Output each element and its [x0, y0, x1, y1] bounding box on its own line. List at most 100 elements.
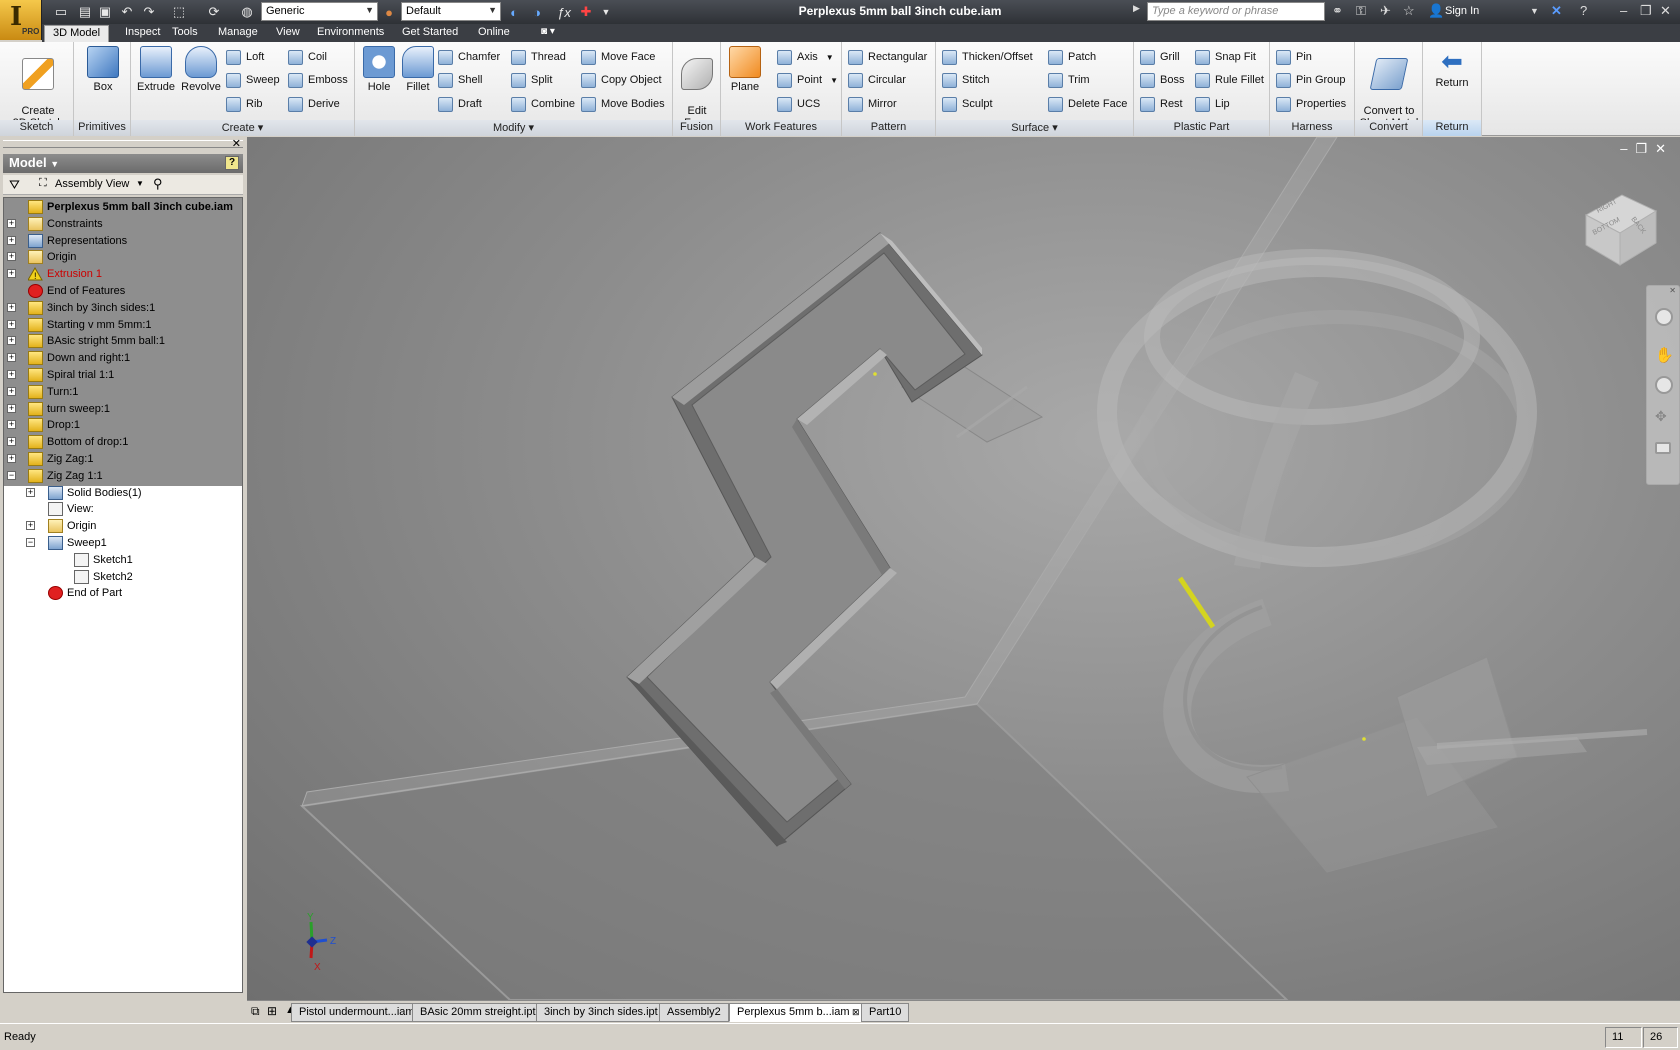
- expand-icon[interactable]: +: [7, 353, 16, 363]
- circular-button[interactable]: Circular: [848, 71, 906, 89]
- application-menu-button[interactable]: I PRO: [0, 0, 42, 40]
- tree-node[interactable]: + turn sweep:1: [7, 400, 110, 418]
- expand-icon[interactable]: +: [26, 521, 35, 531]
- expand-icon[interactable]: +: [26, 487, 35, 497]
- key-icon[interactable]: ⚿: [1356, 3, 1366, 19]
- binoculars-icon[interactable]: ⚭: [1332, 3, 1343, 19]
- axis-button[interactable]: Axis ▼: [777, 48, 834, 66]
- emboss-button[interactable]: Emboss: [288, 71, 348, 89]
- document-tab[interactable]: Assembly2: [659, 1003, 729, 1022]
- thicken-offset-button[interactable]: Thicken/Offset: [942, 48, 1033, 66]
- update-icon[interactable]: ⟳: [205, 3, 223, 21]
- subscription-icon[interactable]: ✈: [1380, 3, 1391, 19]
- chamfer-button[interactable]: Chamfer: [438, 48, 500, 66]
- tree-node[interactable]: Sketch2: [60, 568, 133, 586]
- tree-node[interactable]: + Spiral trial 1:1: [7, 366, 114, 384]
- zoom-icon[interactable]: [1655, 376, 1673, 394]
- rectangular-button[interactable]: Rectangular: [848, 48, 927, 66]
- document-tab[interactable]: Perplexus 5mm b...iam ⊠: [729, 1003, 868, 1022]
- tab-3d-model[interactable]: 3D Model: [44, 25, 110, 42]
- patch-button[interactable]: Patch: [1048, 48, 1096, 66]
- copy-object-button[interactable]: Copy Object: [581, 71, 662, 89]
- box-button[interactable]: Box: [84, 46, 122, 93]
- move-face-button[interactable]: Move Face: [581, 48, 655, 66]
- save-icon[interactable]: ▣: [96, 3, 114, 21]
- mirror-button[interactable]: Mirror: [848, 95, 897, 113]
- split-button[interactable]: Split: [511, 71, 552, 89]
- collapse-icon[interactable]: −: [7, 470, 16, 480]
- pan-icon[interactable]: ✋: [1655, 346, 1674, 364]
- move-bodies-button[interactable]: Move Bodies: [581, 95, 665, 113]
- tab-manage[interactable]: Manage: [210, 25, 266, 42]
- return-button[interactable]: ⬅ Return: [1427, 46, 1477, 89]
- grill-button[interactable]: Grill: [1140, 48, 1180, 66]
- expand-icon[interactable]: +: [7, 386, 16, 396]
- close-icon[interactable]: ✕: [232, 137, 241, 150]
- browser-grip[interactable]: [3, 140, 243, 148]
- rule-fillet-button[interactable]: Rule Fillet: [1195, 71, 1264, 89]
- document-tab[interactable]: Pistol undermount...iam: [291, 1003, 423, 1022]
- hole-button[interactable]: Hole: [361, 46, 397, 93]
- tree-node[interactable]: +3inch by 3inch sides:1: [7, 299, 155, 317]
- expand-icon[interactable]: +: [7, 454, 16, 463]
- tree-node[interactable]: + Starting v mm 5mm:1: [7, 316, 152, 334]
- minimize-icon[interactable]: –: [1620, 3, 1627, 18]
- view-mode-select[interactable]: Assembly View: [55, 178, 129, 190]
- sign-in-link[interactable]: Sign In: [1445, 5, 1479, 17]
- tree-node[interactable]: + Down and right:1: [7, 349, 130, 367]
- tree-node[interactable]: End of Features: [14, 282, 125, 300]
- close-icon[interactable]: ✕: [1669, 286, 1676, 295]
- steering-wheel-icon[interactable]: [1655, 308, 1673, 326]
- new-icon[interactable]: ▭: [52, 3, 70, 21]
- create-2d-sketch-button[interactable]: Create 2D Sketch: [6, 46, 70, 129]
- help-icon[interactable]: ?: [225, 156, 239, 170]
- tree-node[interactable]: − Sweep1: [26, 534, 107, 552]
- tree-node[interactable]: + Constraints: [7, 215, 103, 233]
- tree-node[interactable]: + Solid Bodies(1): [26, 484, 142, 502]
- orbit-icon[interactable]: ✥: [1655, 408, 1673, 426]
- find-icon[interactable]: ⚲: [153, 176, 163, 192]
- fillet-button[interactable]: Fillet: [399, 46, 437, 93]
- expand-icon[interactable]: +: [7, 269, 16, 279]
- plane-button[interactable]: Plane: [725, 46, 765, 93]
- search-input[interactable]: Type a keyword or phrase: [1147, 2, 1325, 21]
- fx-icon[interactable]: ƒx: [553, 3, 575, 21]
- chevron-down-icon[interactable]: ▼: [136, 179, 144, 188]
- tree-node[interactable]: + BAsic stright 5mm ball:1: [7, 332, 165, 350]
- pin-group-button[interactable]: Pin Group: [1276, 71, 1346, 89]
- ucs-button[interactable]: UCS: [777, 95, 820, 113]
- close-icon[interactable]: ✕: [1660, 3, 1671, 19]
- camera-icon[interactable]: ◙ ▾: [533, 25, 563, 42]
- help-icon[interactable]: ?: [1580, 3, 1587, 18]
- tree-node[interactable]: Perplexus 5mm ball 3inch cube.iam: [14, 198, 233, 216]
- loft-button[interactable]: Loft: [226, 48, 264, 66]
- appearance-select[interactable]: Default ▼: [401, 2, 501, 21]
- browser-header[interactable]: Model ▼ ?: [3, 154, 243, 173]
- exchange-icon[interactable]: ✕: [1551, 3, 1562, 19]
- tab-get-started[interactable]: Get Started: [394, 25, 466, 42]
- graphics-viewport[interactable]: –❐✕ RIGHT BACK BOTTOM ✕ ✋ ✥ Y Z X: [247, 137, 1680, 1000]
- tree-node[interactable]: View:: [34, 500, 94, 518]
- look-at-icon[interactable]: [1655, 442, 1671, 454]
- chevron-down-icon[interactable]: ▼: [1530, 6, 1539, 16]
- panel-label-create[interactable]: Create ▾: [131, 120, 354, 136]
- edit-form-button[interactable]: Edit Form: [677, 46, 717, 129]
- expand-icon[interactable]: +: [7, 437, 16, 447]
- snap-fit-button[interactable]: Snap Fit: [1195, 48, 1256, 66]
- panel-label-modify[interactable]: Modify ▾: [355, 120, 672, 136]
- tree-node[interactable]: + Representations: [7, 232, 127, 250]
- shell-button[interactable]: Shell: [438, 71, 482, 89]
- tile-icon[interactable]: ⊞: [267, 1004, 277, 1018]
- customize-icon[interactable]: ▼: [600, 3, 612, 21]
- derive-button[interactable]: Derive: [288, 95, 340, 113]
- material-icon[interactable]: ◍: [238, 3, 256, 21]
- viewcube[interactable]: RIGHT BACK BOTTOM: [1576, 185, 1660, 269]
- select-icon[interactable]: ⬚: [170, 3, 188, 21]
- revolve-button[interactable]: Revolve: [179, 46, 223, 93]
- boss-button[interactable]: Boss: [1140, 71, 1184, 89]
- pin-button[interactable]: Pin: [1276, 48, 1312, 66]
- expand-icon[interactable]: +: [7, 252, 16, 262]
- undo-icon[interactable]: ↶: [118, 3, 136, 21]
- sweep-button[interactable]: Sweep: [226, 71, 280, 89]
- favorites-icon[interactable]: ☆: [1403, 3, 1415, 19]
